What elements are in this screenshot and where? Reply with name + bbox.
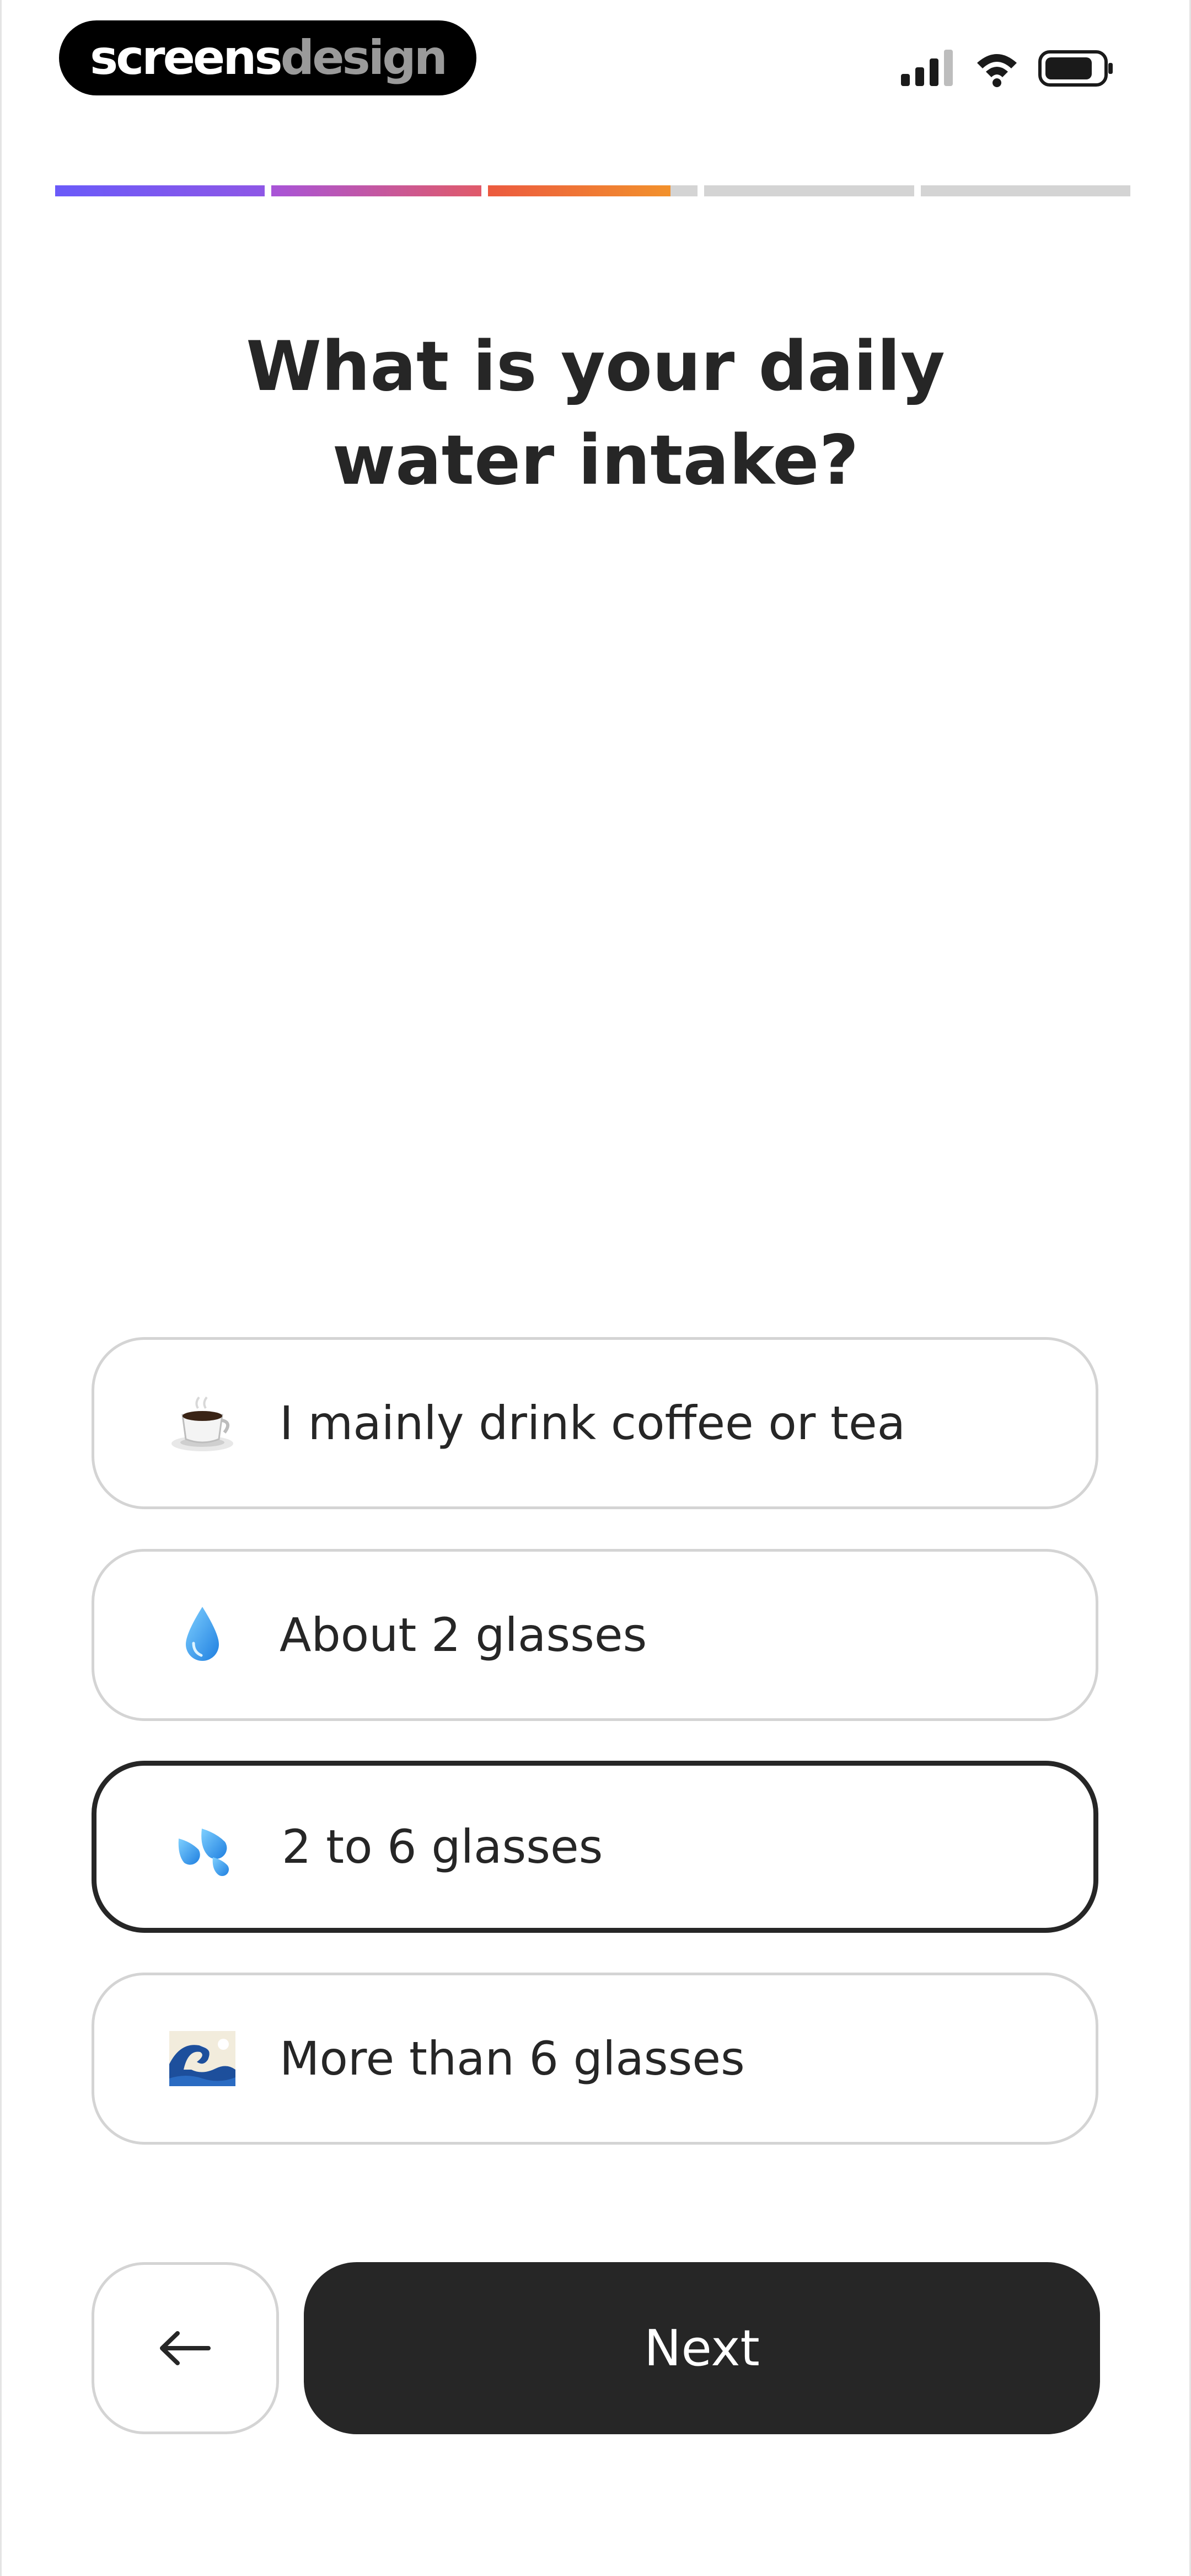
signal-bars-icon: [901, 50, 953, 86]
progress-segment: [55, 185, 265, 196]
progress-segment-fill: [55, 185, 265, 196]
brand-part-design: design: [280, 30, 448, 85]
option-about-2-glasses[interactable]: About 2 glasses: [92, 1549, 1098, 1721]
option-label: About 2 glasses: [280, 1608, 647, 1662]
arrow-left-icon: [160, 2331, 211, 2365]
wifi-icon: [977, 54, 1017, 87]
progress-bar: [55, 185, 1131, 196]
progress-segment: [271, 185, 481, 196]
option-2-to-6-glasses[interactable]: 2 to 6 glasses: [92, 1761, 1098, 1933]
option-coffee-or-tea[interactable]: I mainly drink coffee or tea: [92, 1337, 1098, 1509]
ocean-wave-icon: [169, 2031, 235, 2086]
option-label: More than 6 glasses: [280, 2032, 745, 2086]
coffee-cup-icon: [169, 1393, 235, 1453]
battery-icon: [1038, 50, 1113, 87]
water-drop-icon: [169, 1605, 235, 1665]
progress-segment: [487, 185, 698, 196]
splashing-drops-icon: [171, 1816, 238, 1877]
next-button[interactable]: Next: [304, 2262, 1100, 2434]
progress-segment: [920, 185, 1131, 196]
progress-segment: [704, 185, 914, 196]
progress-segment-fill: [487, 185, 670, 196]
option-more-than-6-glasses[interactable]: More than 6 glasses: [92, 1973, 1098, 2145]
progress-segment-fill: [271, 185, 481, 196]
brand-part-screens: screens: [90, 30, 283, 85]
options-list: I mainly drink coffee or tea About 2 gla…: [92, 1337, 1098, 2184]
brand-logo: screens design: [59, 20, 476, 95]
question-title: What is your daily water intake?: [246, 327, 945, 500]
option-label: I mainly drink coffee or tea: [280, 1396, 906, 1450]
back-button[interactable]: [92, 2262, 279, 2434]
option-label: 2 to 6 glasses: [282, 1820, 603, 1874]
